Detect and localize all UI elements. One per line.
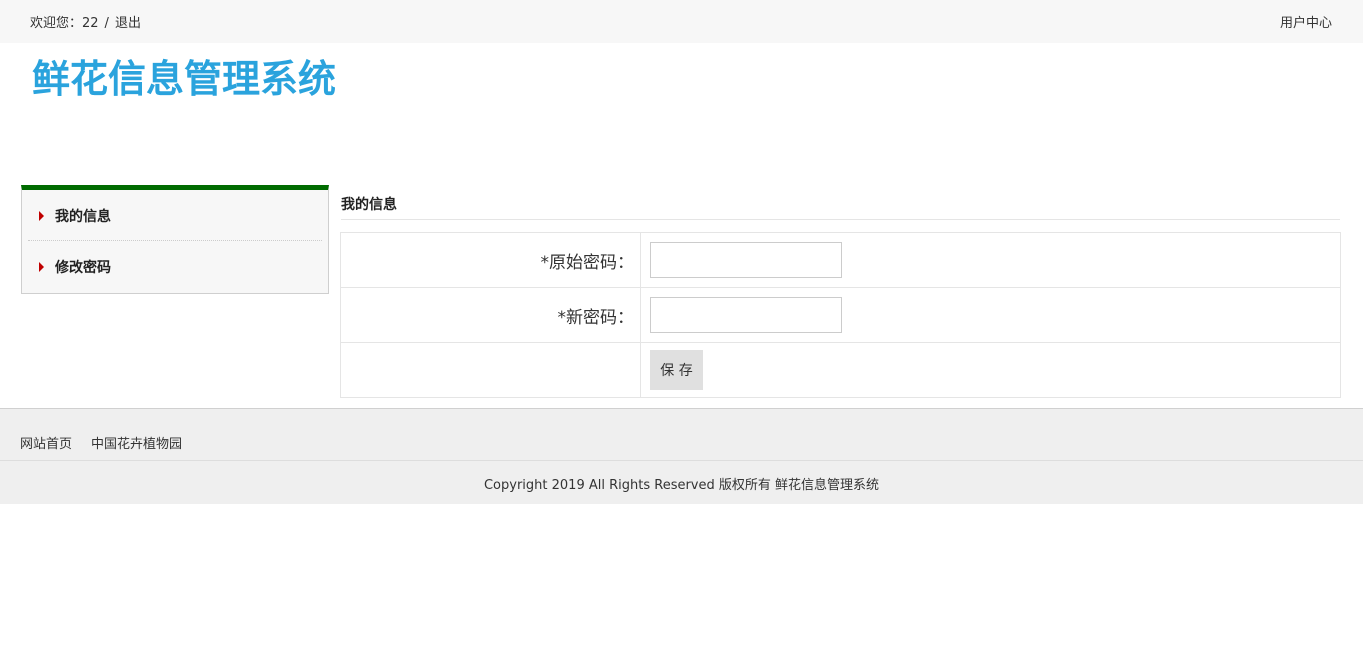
welcome-text: 欢迎您：22 [30, 16, 99, 31]
form-row-new-password: *新密码： [340, 287, 1341, 343]
footer-divider [0, 460, 1363, 461]
top-bar: 欢迎您：22 / 退出 用户中心 [0, 0, 1363, 43]
sidebar-item-label: 修改密码 [55, 259, 111, 276]
footer-links: 网站首页 中国花卉植物园 [20, 433, 201, 452]
footer-link-botanical-garden[interactable]: 中国花卉植物园 [91, 437, 182, 452]
empty-cell [340, 342, 641, 398]
new-password-input[interactable] [650, 297, 842, 333]
footer-link-home[interactable]: 网站首页 [20, 437, 72, 452]
logout-link[interactable]: 退出 [115, 16, 141, 31]
section-divider [341, 219, 1340, 220]
site-title: 鲜花信息管理系统 [32, 57, 337, 101]
welcome-area: 欢迎您：22 / 退出 [30, 12, 141, 31]
sidebar-item-my-info[interactable]: 我的信息 [28, 192, 322, 241]
save-button[interactable]: 保 存 [650, 350, 703, 390]
user-center-area: 用户中心 [1280, 12, 1332, 31]
caret-right-icon [39, 211, 44, 221]
sidebar: 我的信息 修改密码 [21, 185, 329, 294]
new-password-cell [640, 287, 1341, 343]
caret-right-icon [39, 261, 44, 272]
form-row-old-password: *原始密码： [340, 232, 1341, 288]
sidebar-item-label: 我的信息 [55, 209, 111, 225]
new-password-label: *新密码： [340, 287, 641, 343]
form-row-actions: 保 存 [340, 342, 1341, 398]
separator: / [104, 16, 109, 31]
old-password-input[interactable] [650, 242, 842, 278]
user-center-link[interactable]: 用户中心 [1280, 16, 1332, 31]
copyright-text: Copyright 2019 All Rights Reserved 版权所有 … [483, 478, 880, 493]
section-title: 我的信息 [341, 197, 397, 213]
password-form: *原始密码： *新密码： 保 存 [340, 232, 1341, 398]
actions-cell: 保 存 [640, 342, 1341, 398]
old-password-cell [640, 232, 1341, 288]
sidebar-item-change-password[interactable]: 修改密码 [28, 242, 322, 291]
old-password-label: *原始密码： [340, 232, 641, 288]
footer: 网站首页 中国花卉植物园 Copyright 2019 All Rights Re… [0, 408, 1363, 504]
